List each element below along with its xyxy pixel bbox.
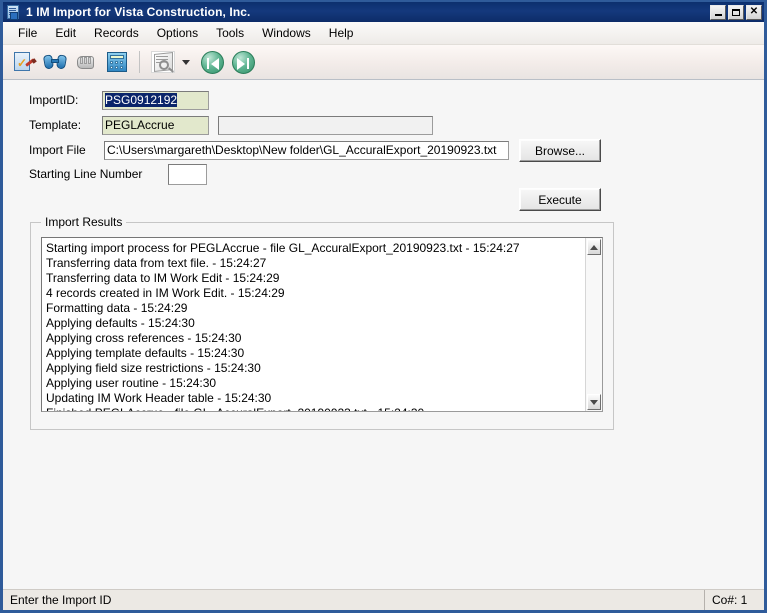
application-icon (6, 4, 21, 20)
window-title: 1 IM Import for Vista Construction, Inc. (26, 5, 251, 19)
log-line: Applying user routine - 15:24:30 (46, 376, 217, 390)
menu-item-help[interactable]: Help (320, 23, 363, 43)
toolbar: ✓ (3, 45, 764, 80)
import-id-input[interactable]: PSG0912192 (102, 91, 209, 110)
grab-button[interactable] (73, 49, 99, 75)
import-id-row: ImportID: (29, 93, 99, 107)
application-window: 1 IM Import for Vista Construction, Inc.… (0, 0, 767, 613)
maximize-button[interactable] (728, 4, 744, 20)
preview-document-icon (151, 51, 175, 73)
import-results-log[interactable]: Starting import process for PEGLAccrue -… (41, 237, 603, 412)
log-line: Applying defaults - 15:24:30 (46, 316, 195, 330)
calculator-icon (107, 52, 127, 72)
starting-line-number-row: Starting Line Number (29, 167, 142, 181)
log-line: Finished PEGLAccrue - file GL_AccuralExp… (46, 406, 581, 411)
log-line: Applying field size restrictions - 15:24… (46, 361, 261, 375)
checklist-edit-icon: ✓ (13, 51, 37, 73)
scroll-up-icon[interactable] (587, 239, 601, 255)
import-file-input[interactable]: C:\Users\margareth\Desktop\New folder\GL… (104, 141, 509, 160)
import-results-log-text: Starting import process for PEGLAccrue -… (42, 238, 585, 411)
log-line: Applying template defaults - 15:24:30 (46, 346, 245, 360)
log-line: Formatting data - 15:24:29 (46, 301, 188, 315)
fist-hand-icon (75, 53, 97, 72)
title-bar: 1 IM Import for Vista Construction, Inc.… (3, 2, 764, 22)
log-vertical-scrollbar[interactable] (585, 238, 602, 411)
log-line: Transferring data to IM Work Edit - 15:2… (46, 271, 280, 285)
log-line: Transferring data from text file. - 15:2… (46, 256, 267, 270)
template-label: Template: (29, 118, 82, 132)
menu-item-tools[interactable]: Tools (207, 23, 253, 43)
previous-record-icon (200, 50, 224, 74)
close-button[interactable]: ✕ (746, 4, 762, 20)
next-record-button[interactable] (230, 49, 256, 75)
toolbar-separator (139, 51, 140, 73)
client-area: ImportID: PSG0912192 Template: PEGLAccru… (3, 80, 764, 589)
minimize-button[interactable] (710, 4, 726, 20)
starting-line-number-input[interactable] (168, 164, 207, 185)
import-file-label: Import File (29, 143, 86, 157)
menu-item-options[interactable]: Options (148, 23, 207, 43)
import-id-label: ImportID: (29, 93, 79, 107)
menu-bar: File Edit Records Options Tools Windows … (3, 22, 764, 45)
status-company: Co#: 1 (712, 593, 748, 607)
log-line: 4 records created in IM Work Edit. - 15:… (46, 286, 285, 300)
log-line: Updating IM Work Header table - 15:24:30 (46, 391, 272, 405)
scroll-down-icon[interactable] (587, 394, 601, 410)
binoculars-icon (42, 53, 68, 71)
import-file-row: Import File (29, 143, 99, 157)
template-row: Template: (29, 118, 99, 132)
menu-item-file[interactable]: File (9, 23, 46, 43)
menu-item-edit[interactable]: Edit (46, 23, 85, 43)
menu-item-windows[interactable]: Windows (253, 23, 320, 43)
status-message: Enter the Import ID (3, 590, 705, 610)
window-controls: ✕ (710, 4, 762, 20)
menu-item-records[interactable]: Records (85, 23, 148, 43)
template-input[interactable]: PEGLAccrue (102, 116, 209, 135)
template-description-field[interactable] (218, 116, 433, 135)
find-button[interactable] (42, 49, 68, 75)
import-results-title: Import Results (41, 215, 127, 229)
next-record-icon (231, 50, 255, 74)
status-bar: Enter the Import ID Co#: 1 (3, 589, 764, 610)
import-id-value: PSG0912192 (105, 93, 178, 107)
starting-line-number-label: Starting Line Number (29, 167, 143, 181)
previous-record-button[interactable] (199, 49, 225, 75)
browse-button[interactable]: Browse... (519, 139, 601, 162)
preview-button[interactable] (149, 49, 177, 75)
log-line: Applying cross references - 15:24:30 (46, 331, 242, 345)
chevron-down-icon[interactable] (182, 59, 190, 65)
execute-button[interactable]: Execute (519, 188, 601, 211)
calculator-button[interactable] (104, 49, 130, 75)
log-line: Starting import process for PEGLAccrue -… (46, 241, 520, 255)
edit-record-button[interactable]: ✓ (11, 49, 37, 75)
